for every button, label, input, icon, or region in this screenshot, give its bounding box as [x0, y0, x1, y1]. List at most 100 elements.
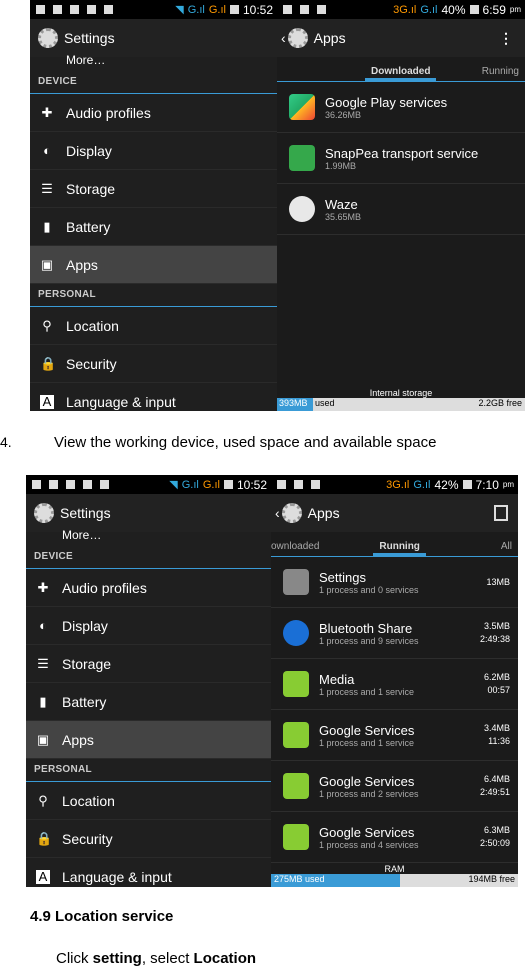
menu-security[interactable]: 🔒 Security: [26, 820, 271, 858]
app-process-info: 1 process and 1 service: [319, 737, 415, 748]
ampm: pm: [509, 5, 521, 14]
apps-icon: ▣: [36, 731, 50, 747]
back-chevron-icon[interactable]: ‹: [281, 30, 286, 46]
waze-icon: [289, 196, 315, 222]
signal3-icon: G.ıl: [420, 3, 438, 16]
back-chevron-icon[interactable]: ‹: [275, 505, 280, 521]
app-memory: 13MB: [486, 576, 510, 587]
menu-battery[interactable]: ▮ Battery: [30, 208, 277, 246]
running-app-row[interactable]: Bluetooth Share 1 process and 9 services 3…: [271, 608, 518, 659]
signal-icon: G.ıl: [187, 3, 205, 16]
audio-icon: ✚: [37, 579, 49, 595]
android-icon: [283, 773, 309, 799]
menu-apps[interactable]: ▣ Apps: [26, 721, 271, 759]
app-uptime: 2:49:51: [479, 787, 510, 797]
security-icon: 🔒: [40, 355, 57, 371]
battery-icon: ▮: [43, 218, 51, 234]
android-icon: [283, 671, 309, 697]
google-play-services-icon: [289, 94, 315, 120]
menu-language[interactable]: A Language & input: [26, 858, 271, 887]
section-device: DEVICE: [30, 71, 277, 94]
battery-icon: [223, 480, 233, 489]
ram-used: 275MB used: [271, 874, 400, 887]
instruction-select: , select: [141, 950, 194, 967]
signal3-icon: G.ıl: [413, 478, 431, 491]
running-app-row[interactable]: Media 1 process and 1 service 6.2MB 00:57: [271, 659, 518, 710]
menu-audio-profiles[interactable]: ✚ Audio profiles: [26, 569, 271, 607]
ram-bar: 275MB used 194MB free: [271, 874, 518, 887]
clock: 10:52: [242, 2, 273, 17]
lock-icon: [317, 5, 326, 14]
battery2-icon: [469, 5, 479, 14]
menu-storage[interactable]: ☰ Storage: [30, 170, 277, 208]
snappea-icon: [289, 145, 315, 171]
settings-title: Settings: [60, 505, 111, 521]
language-icon: A: [36, 869, 50, 884]
storage-icon: ☰: [37, 655, 49, 671]
apps-tabs: Downloaded Running: [277, 57, 525, 82]
app-row[interactable]: Google Play services 36.26MB: [277, 82, 525, 133]
apps-tabs: ownloaded Running All: [271, 532, 518, 557]
menu-security[interactable]: 🔒 Security: [30, 345, 277, 383]
wifi-icon: ◥: [175, 4, 184, 16]
status-bar: ◥ G.ıl G.ıl 10:52 3G.ıl G.ıl 40% 6:59 pm: [30, 0, 525, 19]
app-name: Google Services: [319, 722, 415, 738]
storage-icon: [294, 480, 303, 489]
apps-actionbar: ‹ Apps ⋮: [277, 19, 525, 57]
app-uptime: 2:49:38: [479, 634, 510, 644]
overflow-menu-icon[interactable]: ⋮: [499, 30, 513, 47]
menu-language[interactable]: A Language & input: [30, 383, 277, 411]
menu-storage[interactable]: ☰ Storage: [26, 645, 271, 683]
tab-downloaded[interactable]: Downloaded: [365, 66, 437, 81]
tab-running[interactable]: Running: [373, 541, 426, 556]
apps-gear-icon: [281, 503, 302, 523]
menu-location[interactable]: ⚲ Location: [26, 782, 271, 820]
apps-panel: ‹ Apps ⋮ Downloaded Running Google Play …: [277, 19, 525, 411]
running-app-row[interactable]: Google Services 1 process and 2 services 6…: [271, 761, 518, 812]
ram-free: 194MB free: [400, 874, 518, 887]
app-name: Media: [319, 671, 355, 687]
more-item[interactable]: More…: [26, 529, 271, 546]
menu-location[interactable]: ⚲ Location: [30, 307, 277, 345]
battery-percent: 42%: [434, 477, 459, 492]
running-app-row[interactable]: Google Services 1 process and 1 service 3.…: [271, 710, 518, 761]
missed-call-icon: [70, 5, 79, 14]
screenshot-apps-running: ◥ G.ıl G.ıl 10:52 3G.ıl G.ıl 42% 7:10 pm: [26, 475, 518, 887]
storage-free: 2.2GB free: [334, 398, 525, 411]
storage-icon: [300, 5, 309, 14]
ram-label: RAM: [384, 864, 405, 874]
settings-gear-icon: [34, 503, 54, 523]
sim-icon: [49, 480, 58, 489]
display-icon: ◐: [43, 142, 51, 158]
app-memory: 3.5MB: [483, 621, 510, 631]
app-uptime: 11:36: [488, 736, 510, 746]
menu-audio-profiles[interactable]: ✚ Audio profiles: [30, 94, 277, 132]
usb-icon: [104, 5, 113, 14]
sim-icon: [53, 5, 62, 14]
menu-display[interactable]: ◐ Display: [26, 607, 271, 645]
usb-icon: [100, 480, 109, 489]
settings-list: More… DEVICE ✚ Audio profiles ◐ Display ☰ S…: [26, 529, 271, 887]
running-app-row[interactable]: Settings 1 process and 0 services 13MB: [271, 557, 518, 608]
menu-display[interactable]: ◐ Display: [30, 132, 277, 170]
3g-icon: 3G.ıl: [386, 478, 410, 491]
menu-battery[interactable]: ▮ Battery: [26, 683, 271, 721]
app-memory: 3.4MB: [483, 723, 510, 733]
tab-all[interactable]: All: [495, 541, 518, 556]
app-uptime: 00:57: [487, 685, 510, 695]
tab-running[interactable]: Running: [476, 66, 525, 81]
running-app-row[interactable]: Google Services 1 process and 4 services 6…: [271, 812, 518, 863]
cached-processes-icon[interactable]: [494, 505, 508, 521]
battery-percent: 40%: [441, 2, 466, 17]
tab-downloaded[interactable]: ownloaded: [271, 541, 325, 556]
settings-actionbar: Settings: [26, 494, 271, 532]
apps-panel: ‹ Apps ownloaded Running All Settings 1 p…: [271, 494, 518, 887]
signal2-icon: G.ıl: [208, 3, 226, 16]
storage-used: 393MB: [277, 398, 313, 411]
status-bar: ◥ G.ıl G.ıl 10:52 3G.ıl G.ıl 42% 7:10 pm: [26, 475, 518, 494]
section-personal: PERSONAL: [30, 284, 277, 307]
app-row[interactable]: SnapPea transport service 1.99MB: [277, 133, 525, 184]
more-item[interactable]: More…: [30, 54, 277, 71]
menu-apps[interactable]: ▣ Apps: [30, 246, 277, 284]
app-row[interactable]: Waze 35.65MB: [277, 184, 525, 235]
